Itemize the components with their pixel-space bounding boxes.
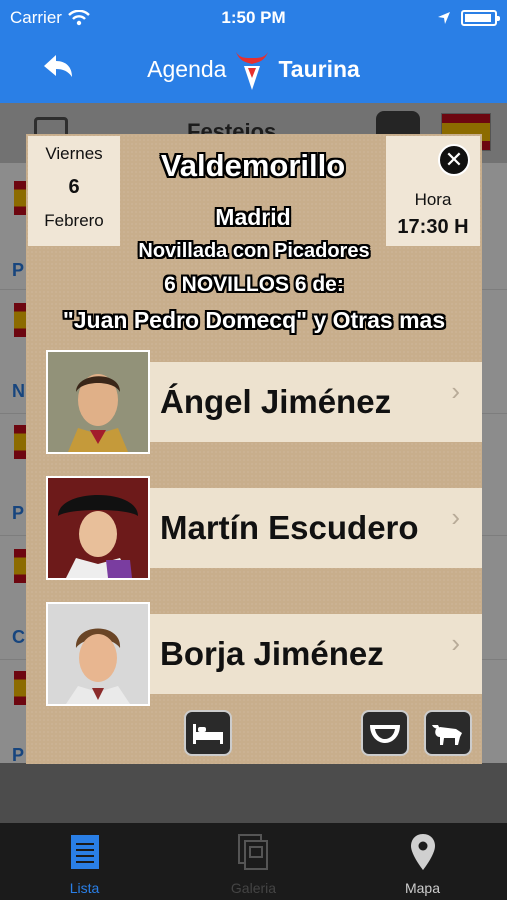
torero-row[interactable]: Borja Jiménez › [46, 602, 482, 706]
tab-lista[interactable]: Lista [0, 823, 169, 900]
time-value: 17:30 H [397, 216, 469, 238]
torero-name-box: Martín Escudero [150, 488, 482, 568]
tab-galeria[interactable]: Galeria [169, 823, 338, 900]
torero-portrait-1 [48, 352, 148, 452]
date-box: Viernes 6 Febrero [28, 136, 120, 246]
torero-photo [46, 476, 150, 580]
ganaderia-button[interactable] [424, 710, 472, 756]
time-label: Hora [414, 190, 452, 209]
status-bar: Carrier 1:50 PM [0, 0, 507, 36]
close-icon[interactable]: ✕ [438, 144, 470, 176]
torero-name: Martín Escudero [160, 509, 419, 546]
bed-icon [193, 724, 223, 744]
tab-label: Mapa [404, 880, 441, 896]
map-pin-icon [410, 834, 435, 870]
chevron-right-icon: › [451, 376, 460, 406]
carrier-info: Carrier [10, 8, 90, 28]
nav-bar: Agenda Taurina [0, 36, 507, 103]
app-logo: Agenda Taurina [147, 48, 360, 92]
day-number: 6 [68, 176, 80, 198]
bull-logo-icon [236, 51, 269, 90]
chevron-right-icon: › [451, 628, 460, 658]
tab-bar: Lista Galeria Mapa [0, 823, 507, 900]
day-of-week: Viernes [45, 144, 103, 163]
status-right [437, 10, 500, 26]
hotel-bed-button[interactable] [184, 710, 232, 756]
brand-right: Taurina [278, 56, 360, 82]
event-detail-card: Viernes 6 Febrero Hora 17:30 H ✕ Valdemo… [26, 134, 482, 764]
chevron-right-icon: › [451, 502, 460, 532]
wifi-icon [68, 10, 90, 26]
bullring-icon [370, 725, 400, 743]
torero-name-box: Borja Jiménez [150, 614, 482, 694]
bull-icon [432, 725, 462, 745]
back-arrow-icon[interactable] [40, 50, 76, 86]
torero-portrait-3 [48, 604, 148, 704]
torero-row[interactable]: Ángel Jiménez › [46, 350, 482, 454]
carrier-label: Carrier [10, 8, 62, 27]
event-province: Madrid [215, 204, 291, 230]
ganaderia: "Juan Pedro Domecq" y Otras mas [62, 307, 446, 333]
torero-name-box: Ángel Jiménez [150, 362, 482, 442]
cattle-count: 6 NOVILLOS 6 de: [164, 273, 344, 296]
gallery-icon [237, 834, 268, 870]
tab-label: Lista [69, 880, 100, 896]
month: Febrero [44, 211, 104, 230]
location-arrow-icon [438, 12, 450, 24]
torero-photo [46, 602, 150, 706]
torero-name: Borja Jiménez [160, 635, 384, 672]
event-type: Novillada con Picadores [138, 240, 370, 262]
torero-photo [46, 350, 150, 454]
top-bar: Carrier 1:50 PM Agenda Taurina [0, 0, 507, 103]
torero-row[interactable]: Martín Escudero › [46, 476, 482, 580]
torero-name: Ángel Jiménez [160, 383, 392, 420]
battery-icon [461, 10, 500, 26]
tab-mapa[interactable]: Mapa [338, 823, 507, 900]
event-town: Valdemorillo [160, 148, 346, 183]
plaza-button[interactable] [361, 710, 409, 756]
torero-portrait-2 [48, 478, 148, 578]
list-icon [70, 835, 99, 869]
tab-label: Galeria [230, 880, 277, 896]
brand-left: Agenda [147, 56, 227, 82]
